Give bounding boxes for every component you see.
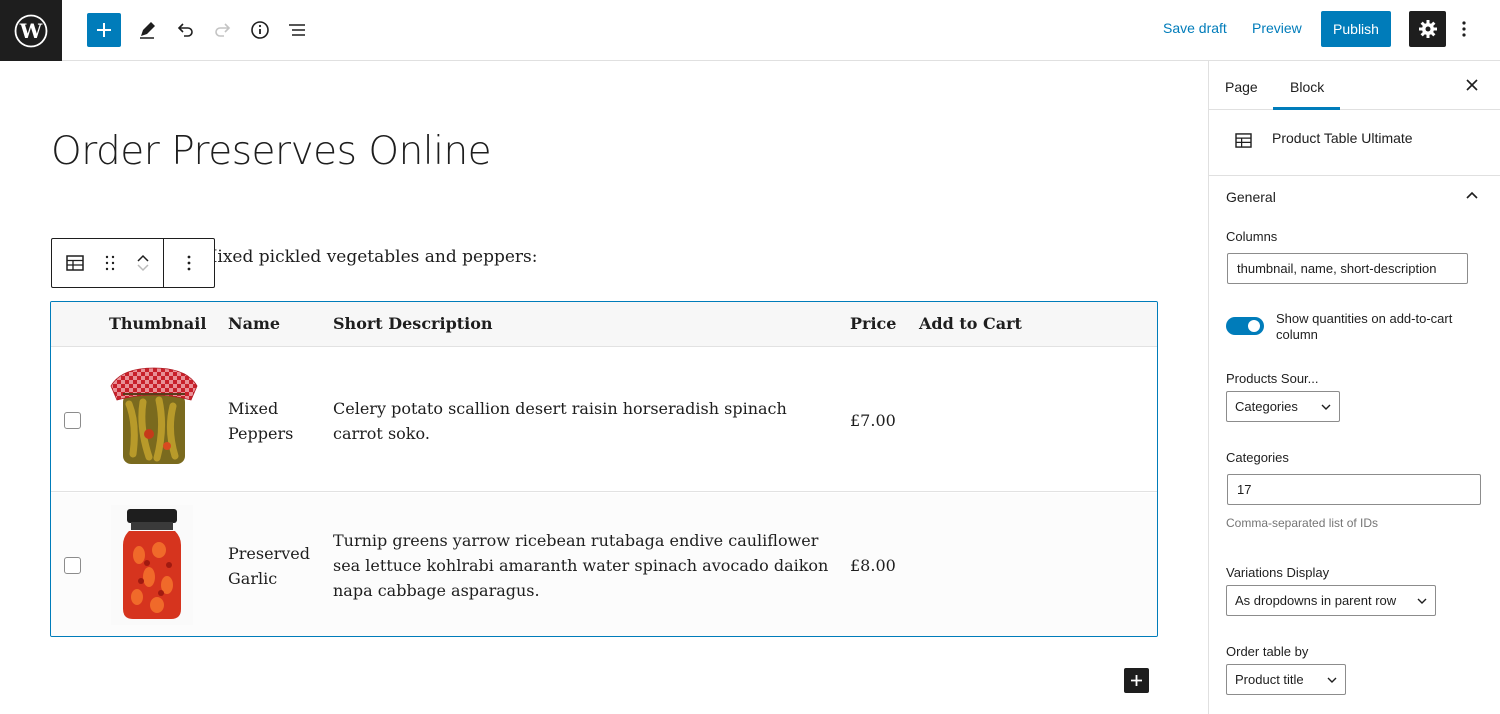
add-block-button[interactable] xyxy=(87,13,121,47)
list-view-button[interactable] xyxy=(280,13,314,47)
intro-paragraph[interactable]: Mixed pickled vegetables and peppers: xyxy=(200,247,538,267)
pencil-icon xyxy=(140,22,155,39)
more-vertical-icon xyxy=(1462,21,1466,37)
show-quantities-label: Show quantities on add-to-cart column xyxy=(1276,311,1453,342)
product-thumbnail-mixed-peppers xyxy=(110,367,198,464)
settings-sidebar: Page Block Product Table Ultimate Genera… xyxy=(1208,61,1500,714)
column-header-thumbnail: Thumbnail xyxy=(109,314,207,333)
redo-icon xyxy=(215,23,231,37)
collapse-panel-button[interactable] xyxy=(1463,186,1481,204)
chevron-up-icon[interactable] xyxy=(137,254,149,262)
description-line: napa cabbage asparagus. xyxy=(333,581,540,600)
plus-icon xyxy=(97,23,111,37)
details-button[interactable] xyxy=(243,13,277,47)
close-icon xyxy=(1466,79,1478,91)
description-line: Turnip greens yarrow ricebean rutabaga e… xyxy=(333,531,819,550)
product-price: £8.00 xyxy=(850,556,896,575)
product-table[interactable]: Thumbnail Name Short Description Price A… xyxy=(50,301,1158,637)
product-name-line[interactable]: Garlic xyxy=(228,566,310,591)
variations-display-select[interactable]: As dropdowns in parent row xyxy=(1226,585,1436,616)
show-quantities-toggle[interactable] xyxy=(1226,317,1264,335)
wordpress-logo-button[interactable]: W xyxy=(0,0,62,61)
table-header: Thumbnail Name Short Description Price A… xyxy=(51,302,1157,347)
close-sidebar-button[interactable] xyxy=(1463,76,1481,94)
chevron-down-icon[interactable] xyxy=(137,264,149,272)
variations-display-value: As dropdowns in parent row xyxy=(1235,593,1397,608)
block-type-button[interactable] xyxy=(52,239,97,287)
product-description: Turnip greens yarrow ricebean rutabaga e… xyxy=(333,528,828,603)
list-view-icon xyxy=(289,24,305,36)
editor-header: W Save draft Preview Publish xyxy=(0,0,1500,61)
table-icon xyxy=(65,255,84,271)
tab-page[interactable]: Page xyxy=(1225,79,1258,95)
product-name-line[interactable]: Peppers xyxy=(228,421,293,446)
info-icon xyxy=(251,21,269,39)
table-icon xyxy=(1235,133,1252,148)
settings-button[interactable] xyxy=(1409,11,1446,47)
products-source-select[interactable]: Categories xyxy=(1226,391,1340,422)
options-menu-button[interactable] xyxy=(1452,15,1476,43)
drag-handle[interactable] xyxy=(97,239,123,287)
chevron-down-icon xyxy=(1327,677,1337,683)
publish-button[interactable]: Publish xyxy=(1321,11,1391,47)
undo-button[interactable] xyxy=(168,13,202,47)
block-card: Product Table Ultimate xyxy=(1209,110,1500,176)
chevron-down-icon xyxy=(1417,598,1427,604)
product-name: Preserved Garlic xyxy=(228,541,310,591)
chevron-up-icon xyxy=(1466,191,1478,199)
table-row: Preserved Garlic Turnip greens yarrow ri… xyxy=(51,493,1157,636)
columns-input[interactable]: thumbnail, name, short-description xyxy=(1227,253,1468,284)
block-toolbar xyxy=(51,238,215,288)
drag-handle-icon xyxy=(106,255,115,271)
product-name: Mixed Peppers xyxy=(228,396,293,446)
description-line: carrot soko. xyxy=(333,424,430,443)
block-options-button[interactable] xyxy=(162,239,214,287)
column-header-price: Price xyxy=(850,314,897,333)
order-table-by-select[interactable]: Product title xyxy=(1226,664,1346,695)
product-thumbnail-preserved-garlic xyxy=(111,505,193,625)
description-line: sea lettuce kohlrabi amaranth water spin… xyxy=(333,556,829,575)
product-name-line[interactable]: Preserved xyxy=(228,541,310,566)
variations-display-label: Variations Display xyxy=(1226,565,1330,580)
products-source-value: Categories xyxy=(1235,399,1298,414)
column-header-add-to-cart: Add to Cart xyxy=(919,314,1022,333)
product-price: £7.00 xyxy=(850,411,896,430)
description-line: Celery potato scallion desert raisin hor… xyxy=(333,399,787,418)
column-header-short-description: Short Description xyxy=(333,314,493,333)
plus-icon xyxy=(1131,675,1142,686)
inline-add-block-button[interactable] xyxy=(1124,668,1149,693)
block-title: Product Table Ultimate xyxy=(1272,130,1413,146)
page-title[interactable]: Order Preserves Online xyxy=(51,129,492,174)
preview-button[interactable]: Preview xyxy=(1252,20,1302,36)
categories-input[interactable]: 17 xyxy=(1227,474,1481,505)
categories-help-text: Comma-separated list of IDs xyxy=(1226,516,1379,530)
more-vertical-icon xyxy=(187,255,191,271)
editor-canvas: Order Preserves Online Mixed pickled veg… xyxy=(0,61,1208,714)
tab-block[interactable]: Block xyxy=(1290,79,1324,95)
column-header-name: Name xyxy=(228,314,281,333)
product-name-line[interactable]: Mixed xyxy=(228,396,293,421)
redo-button[interactable] xyxy=(206,13,240,47)
row-select-checkbox[interactable] xyxy=(64,412,81,429)
save-draft-button[interactable]: Save draft xyxy=(1163,20,1227,36)
tools-button[interactable] xyxy=(130,13,164,47)
undo-icon xyxy=(177,23,193,37)
columns-label: Columns xyxy=(1226,229,1278,244)
table-row: Mixed Peppers Celery potato scallion des… xyxy=(51,348,1157,492)
svg-text:W: W xyxy=(19,19,43,43)
row-select-checkbox[interactable] xyxy=(64,557,81,574)
wordpress-icon: W xyxy=(14,14,48,47)
panel-title-general[interactable]: General xyxy=(1226,189,1276,205)
chevron-down-icon xyxy=(1321,404,1331,410)
sidebar-tabs: Page Block xyxy=(1209,61,1500,110)
order-table-by-value: Product title xyxy=(1235,672,1304,687)
products-source-label: Products Sour... xyxy=(1226,371,1319,386)
gear-icon xyxy=(1418,20,1437,38)
order-table-by-label: Order table by xyxy=(1226,644,1309,659)
categories-label: Categories xyxy=(1226,450,1289,465)
move-buttons[interactable] xyxy=(123,239,163,287)
product-description: Celery potato scallion desert raisin hor… xyxy=(333,396,787,446)
